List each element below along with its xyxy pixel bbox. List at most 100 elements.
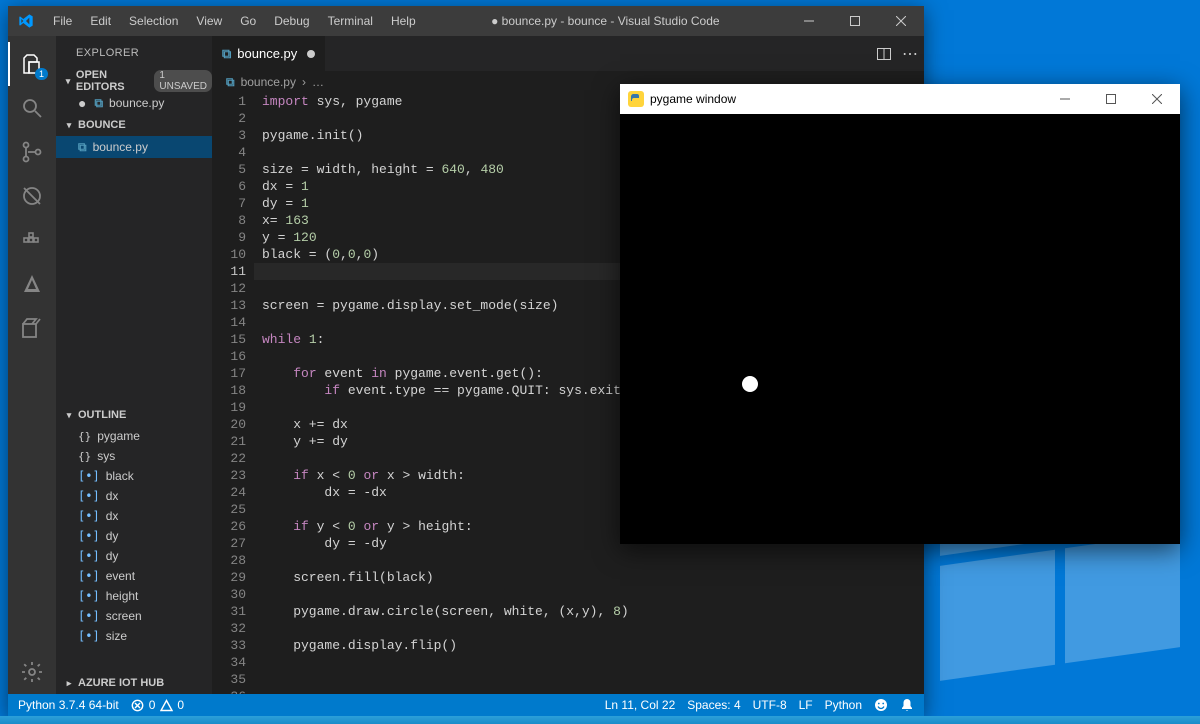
menu-file[interactable]: File [44,6,81,36]
sb-python-env[interactable]: Python 3.7.4 64-bit [18,698,119,712]
debug-icon[interactable] [8,174,56,218]
docker-icon[interactable] [8,218,56,262]
close-button[interactable] [878,6,924,36]
menu-view[interactable]: View [187,6,231,36]
vscode-icon [18,13,34,29]
pygame-window: pygame window [620,84,1180,544]
variable-icon: [•] [78,509,100,523]
source-control-icon[interactable] [8,130,56,174]
file-tree-item[interactable]: ⧉ bounce.py [56,136,212,158]
namespace-icon: {} [78,430,91,443]
variable-icon: [•] [78,589,100,603]
ball [742,376,758,392]
outline-item[interactable]: [•] dy [56,546,212,566]
outline-item[interactable]: [•] dy [56,526,212,546]
outline-item[interactable]: [•] black [56,466,212,486]
pygame-close-button[interactable] [1134,84,1180,114]
line-numbers: 1234567891011121314151617181920212223242… [212,93,258,694]
sb-language[interactable]: Python [825,698,862,712]
search-icon[interactable] [8,86,56,130]
python-file-icon: ⧉ [226,75,235,90]
open-editors-header[interactable]: ▾ OPEN EDITORS 1 UNSAVED [56,70,212,92]
outline-label: size [106,629,127,643]
pygame-canvas [620,114,1180,544]
window-controls [786,6,924,36]
explorer-icon[interactable]: 1 [8,42,56,86]
outline-item[interactable]: [•] size [56,626,212,646]
explorer-badge: 1 [35,68,48,80]
sb-problems[interactable]: 0 0 [131,698,184,712]
sb-encoding[interactable]: UTF-8 [753,698,787,712]
outline-item[interactable]: {}sys [56,446,212,466]
taskbar[interactable] [0,716,1200,724]
maximize-button[interactable] [832,6,878,36]
azure-header[interactable]: ▸ AZURE IOT HUB [56,672,212,694]
sb-eol[interactable]: LF [799,698,813,712]
file-label: bounce.py [93,140,148,154]
outline-label: pygame [97,429,140,443]
pygame-minimize-button[interactable] [1042,84,1088,114]
outline-item[interactable]: [•] event [56,566,212,586]
variable-icon: [•] [78,549,100,563]
menu-go[interactable]: Go [231,6,265,36]
tab-label: bounce.py [237,46,297,61]
outline-header[interactable]: ▾ OUTLINE [56,404,212,426]
menu-debug[interactable]: Debug [265,6,318,36]
variable-icon: [•] [78,629,100,643]
statusbar: Python 3.7.4 64-bit 0 0 Ln 11, Col 22 Sp… [8,694,924,716]
outline-label: dx [106,489,119,503]
outline-item[interactable]: [•] dx [56,486,212,506]
outline-label: dx [106,509,119,523]
pygame-icon [628,91,644,107]
sb-bell-icon[interactable] [900,698,914,712]
extensions-icon[interactable] [8,306,56,350]
menu-edit[interactable]: Edit [81,6,120,36]
unsaved-badge: 1 UNSAVED [154,70,212,92]
sb-cursor[interactable]: Ln 11, Col 22 [605,698,676,712]
sidebar-title: EXPLORER [56,36,212,70]
tab-bounce[interactable]: ⧉ bounce.py [212,36,326,71]
outline-label: dy [106,529,119,543]
variable-icon: [•] [78,529,100,543]
pygame-maximize-button[interactable] [1088,84,1134,114]
split-editor-icon[interactable] [876,46,892,62]
azure-icon[interactable] [8,262,56,306]
chevron-down-icon: ▾ [62,76,74,87]
outline-label: screen [106,609,142,623]
outline-label: dy [106,549,119,563]
python-file-icon: ⧉ [222,46,231,62]
more-icon[interactable]: ⋯ [902,44,918,64]
chevron-right-icon: ▸ [62,678,76,689]
tabs-row: ⧉ bounce.py ⋯ [212,36,924,71]
minimize-button[interactable] [786,6,832,36]
outline-item[interactable]: [•]height [56,586,212,606]
sidebar: EXPLORER ▾ OPEN EDITORS 1 UNSAVED ● ⧉ bo… [56,36,212,694]
sb-feedback-icon[interactable] [874,698,888,712]
warning-icon [159,698,173,712]
outline-item[interactable]: [•] screen [56,606,212,626]
pygame-title: pygame window [650,92,736,106]
variable-icon: [•] [78,489,100,503]
file-label: bounce.py [109,96,164,110]
sb-spaces[interactable]: Spaces: 4 [687,698,740,712]
menu-terminal[interactable]: Terminal [319,6,382,36]
menu-help[interactable]: Help [382,6,425,36]
outline-label: event [106,569,135,583]
settings-icon[interactable] [8,650,56,694]
outline-label: black [106,469,134,483]
variable-icon: [•] [78,469,100,483]
outline-item[interactable]: [•] dx [56,506,212,526]
outline-list: {} pygame {}sys [•] black [•] dx [•] dx [•] dy [•] d… [56,426,212,672]
activity-bar: 1 [8,36,56,694]
python-file-icon: ⧉ [78,140,87,155]
namespace-icon: {} [78,450,91,463]
outline-item[interactable]: {} pygame [56,426,212,446]
pygame-titlebar: pygame window [620,84,1180,114]
variable-icon: [•] [78,609,100,623]
menu-bar: FileEditSelectionViewGoDebugTerminalHelp [44,6,425,36]
variable-icon: [•] [78,569,100,583]
open-editor-item[interactable]: ● ⧉ bounce.py [56,92,212,114]
chevron-down-icon: ▾ [62,120,76,131]
menu-selection[interactable]: Selection [120,6,187,36]
folder-header[interactable]: ▾ BOUNCE [56,114,212,136]
